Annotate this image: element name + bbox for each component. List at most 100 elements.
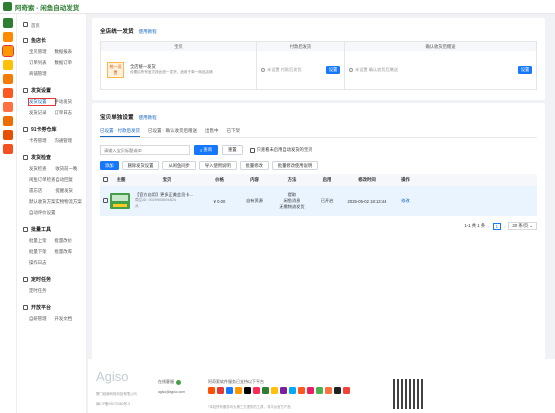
nav-section-title[interactable]: 定时任务: [17, 272, 86, 285]
nav-section-title[interactable]: 91卡券仓库: [17, 122, 86, 135]
item-content: 自有资源: [246, 198, 263, 203]
nav-link[interactable]: 定时任务: [29, 288, 55, 294]
nav-section-title[interactable]: 开放平台: [17, 300, 86, 313]
item-sub: 从: [135, 204, 139, 209]
store-icon[interactable]: [2, 45, 14, 57]
platform-icon: [298, 387, 305, 394]
platform-icon[interactable]: [3, 144, 13, 154]
row-checkbox[interactable]: [100, 198, 110, 204]
nav-link[interactable]: 宝贝管理: [29, 49, 55, 55]
nav-link[interactable]: 订单日志: [55, 110, 81, 116]
platform-icon: [280, 387, 287, 394]
nav-link[interactable]: 卡券管理: [29, 138, 55, 144]
shop-card-title: 全店统一发货 使用教程: [100, 29, 157, 35]
tab-bar: 已设置 · 付款后发货 已设置 · 确认收货后赠送 出售中 已下架: [100, 128, 537, 138]
footer-email[interactable]: agiso@agiso.com: [158, 390, 185, 394]
nav-link[interactable]: 手动发货: [55, 99, 81, 105]
nav-section-links: 卡券管理 沟通管理: [17, 135, 86, 150]
tab-off-shelf[interactable]: 已下架: [227, 128, 241, 137]
nav-link[interactable]: 收货前一晚: [55, 166, 81, 172]
table-row[interactable]: 【官方自用】更多正美会员卡... 商品ID: 9029905894824 从 ¥…: [100, 186, 537, 216]
next-page-icon[interactable]: ›: [504, 224, 505, 229]
platform-icon: [23, 305, 28, 310]
nav-link[interactable]: 遗忘店: [29, 188, 55, 194]
select-all-checkbox[interactable]: [102, 177, 108, 182]
batch-edit-guide-button[interactable]: 批量修改使用说明: [271, 161, 319, 170]
home-icon: [23, 22, 28, 27]
nav-link[interactable]: 数据订单: [55, 60, 81, 66]
delivery-icon: [23, 88, 28, 93]
column-header: 价格: [215, 177, 224, 182]
nav-link[interactable]: 默认收货方案: [29, 199, 55, 205]
qr-code[interactable]: [393, 379, 423, 409]
query-button[interactable]: ⌕ 查询: [194, 145, 218, 155]
nav-link[interactable]: 自动评价设置: [29, 210, 55, 216]
nav-link[interactable]: 批量改价: [55, 238, 81, 244]
sidebar-nav: 首页 鱼店长 宝贝管理 数据报表 订单列表 数据订单 商铺管理 发货设置 发货设置 手动发货 发货记…: [17, 14, 87, 413]
platform-icons: [208, 387, 358, 394]
nav-link[interactable]: 批量下架: [29, 249, 55, 255]
nav-link[interactable]: 数据报表: [55, 49, 81, 55]
search-input[interactable]: [100, 145, 190, 155]
chart-icon[interactable]: [3, 102, 13, 112]
nav-link[interactable]: 自研管理: [29, 316, 55, 322]
dashboard-icon[interactable]: [3, 32, 13, 42]
nav-link[interactable]: 批量改库: [55, 249, 81, 255]
card-icon: [23, 127, 28, 132]
nav-link[interactable]: 发货设置: [28, 98, 56, 106]
unset-filter-checkbox[interactable]: 只查看未启用自动发货的宝贝: [249, 147, 312, 153]
confirm-gift-option[interactable]: 未设置 确认收货后赠送: [349, 67, 398, 73]
sync-button[interactable]: 从闲鱼同步: [162, 161, 196, 170]
goods-icon[interactable]: [3, 74, 13, 84]
import-guide-button[interactable]: 导入使用说明: [198, 161, 237, 170]
logo-icon[interactable]: [3, 18, 13, 28]
item-method: 提取 闲鱼消息 无需物流发货: [279, 192, 305, 209]
add-button[interactable]: 添加: [100, 161, 119, 170]
nav-section-title[interactable]: 批量工具: [17, 222, 86, 235]
wechat-service[interactable]: 在线客服: [158, 379, 181, 385]
tool-icon[interactable]: [3, 116, 13, 126]
delete-setting-button[interactable]: 删除发货设置: [121, 161, 160, 170]
nav-link[interactable]: 闲鱼订单检查: [29, 177, 55, 183]
footer-icp: 闽ICP备09070360号-3: [96, 402, 130, 406]
item-card-title: 宝贝单独设置 使用教程: [100, 115, 157, 121]
platform-icon: [307, 387, 314, 394]
set-button[interactable]: 设置: [518, 66, 532, 74]
shop-icon[interactable]: [3, 60, 13, 70]
prev-page-icon[interactable]: ‹: [488, 224, 489, 229]
tab-paid-delivery[interactable]: 已设置 · 付款后发货: [100, 128, 140, 137]
time-icon[interactable]: [3, 130, 13, 140]
nav-link[interactable]: 操作日志: [29, 260, 55, 266]
tab-on-sale[interactable]: 出售中: [205, 128, 219, 137]
set-button[interactable]: 设置: [326, 66, 340, 74]
nav-link[interactable]: 沟通管理: [55, 138, 81, 144]
page-size-select[interactable]: 20 条/页 ⌄: [508, 222, 537, 230]
help-link[interactable]: 使用教程: [139, 115, 157, 120]
platform-icon: [244, 387, 251, 394]
col-header: 宝贝: [101, 42, 257, 51]
column-header: 修改时间: [358, 177, 376, 182]
nav-link[interactable]: 发货记录: [29, 110, 55, 116]
platform-icon: [235, 387, 242, 394]
nav-section-title[interactable]: 鱼店长: [17, 33, 86, 46]
help-link[interactable]: 使用教程: [139, 29, 157, 34]
nav-link[interactable]: 提醒发货: [55, 188, 81, 194]
edit-link[interactable]: 修改: [392, 198, 419, 204]
nav-home[interactable]: 首页: [17, 14, 86, 33]
nav-link[interactable]: 自动回复: [55, 177, 81, 183]
item-table: 主图 宝贝 价格 内容 方法 启用 修改时间 操作 【官方自用】更多正美会员卡... 商品ID…: [100, 174, 537, 216]
nav-link[interactable]: 商铺管理: [29, 71, 55, 77]
tab-confirm-gift[interactable]: 已设置 · 确认收货后赠送: [148, 128, 197, 137]
nav-section-title[interactable]: 发货设置: [17, 83, 86, 96]
reset-button[interactable]: 重置: [222, 145, 243, 155]
pay-delivery-option[interactable]: 未设置 付款后发货: [261, 67, 302, 73]
nav-link[interactable]: 发货检查: [29, 166, 55, 172]
nav-link[interactable]: 批量上架: [29, 238, 55, 244]
nav-link[interactable]: 订单列表: [29, 60, 55, 66]
batch-edit-button[interactable]: 批量修改: [239, 161, 269, 170]
page-number[interactable]: 1: [492, 222, 501, 230]
nav-link[interactable]: 实物物流方案: [55, 199, 81, 205]
nav-link[interactable]: 开发文档: [55, 316, 81, 322]
delivery-icon[interactable]: [3, 88, 13, 98]
nav-section-title[interactable]: 发货检查: [17, 150, 86, 163]
